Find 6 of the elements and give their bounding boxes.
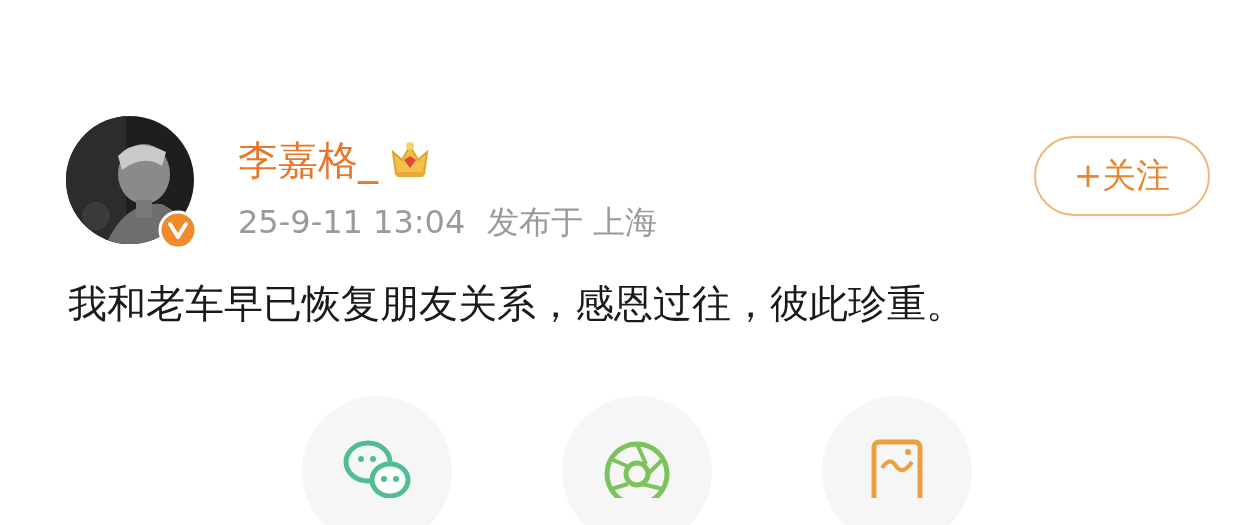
chat-bubbles-icon[interactable] bbox=[342, 438, 412, 498]
post-time: 25-9-11 13:04 bbox=[238, 202, 466, 243]
post-text: 我和老车早已恢复朋友关系，感恩过往，彼此珍重。 bbox=[68, 280, 966, 328]
follow-button[interactable]: +关注 bbox=[1034, 136, 1210, 216]
post-location: 发布于 上海 bbox=[487, 202, 658, 243]
user-name[interactable]: 李嘉格_ bbox=[238, 136, 378, 184]
